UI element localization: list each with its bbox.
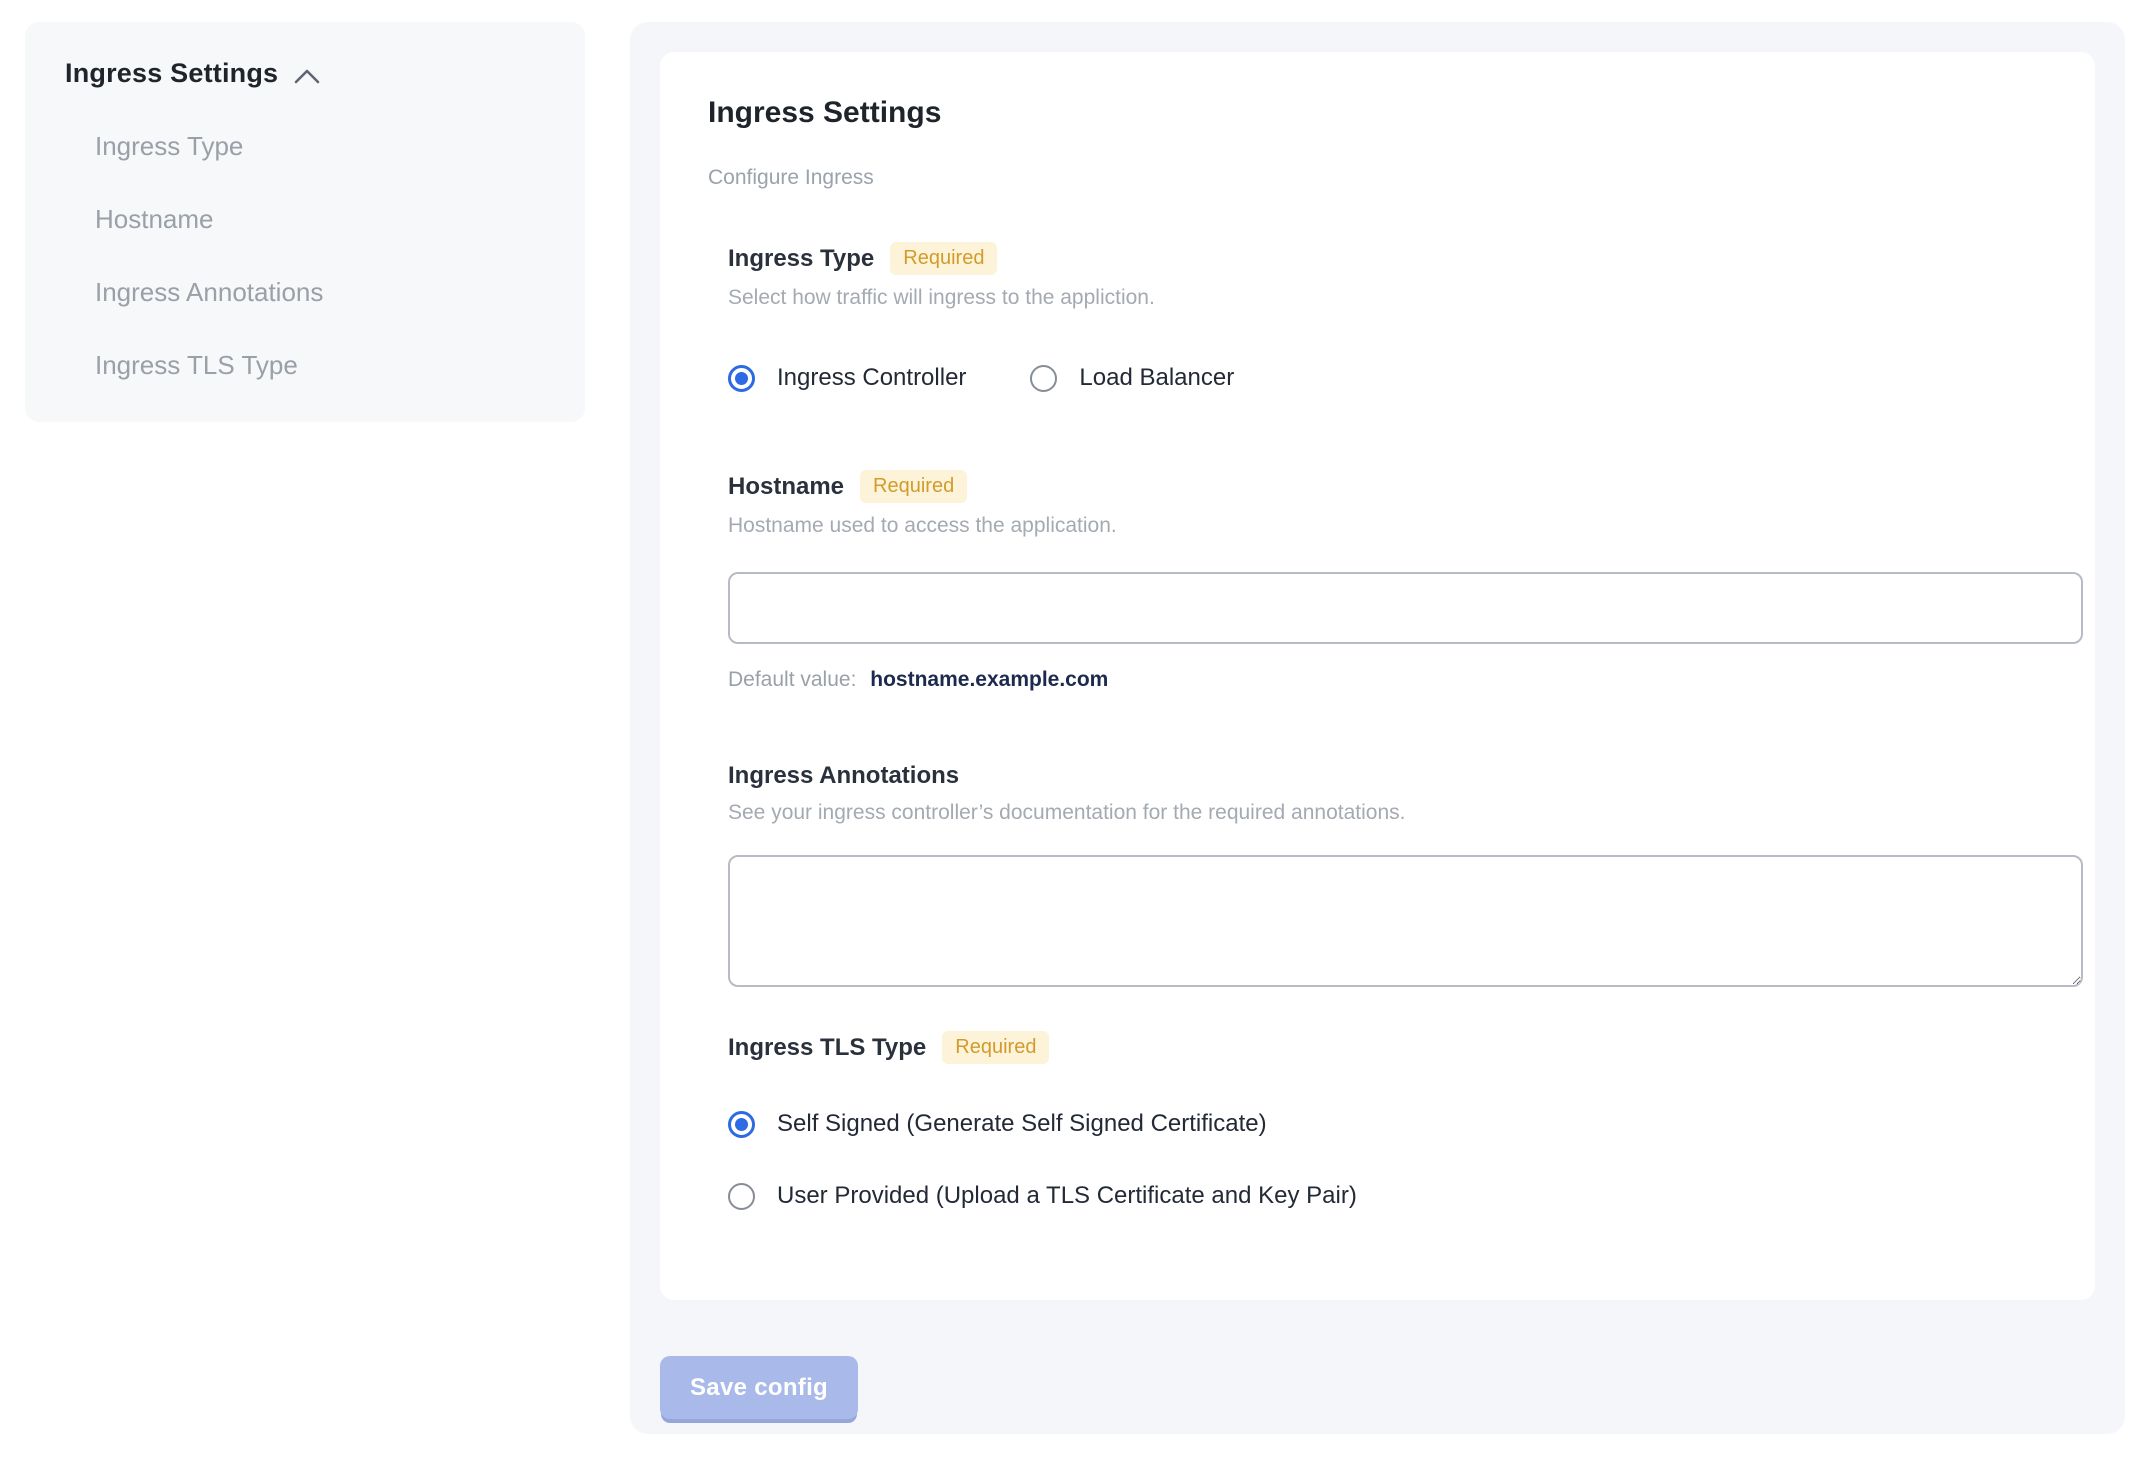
radio-label: Ingress Controller [777, 364, 967, 391]
required-badge: Required [860, 470, 968, 503]
sidebar-item-ingress-type[interactable]: Ingress Type [95, 131, 545, 162]
radio-label: User Provided (Upload a TLS Certificate … [777, 1182, 1357, 1209]
ingress-annotations-textarea[interactable] [728, 855, 2083, 987]
radio-unselected-icon[interactable] [1030, 364, 1058, 392]
hostname-input[interactable] [728, 572, 2083, 644]
sidebar-group-ingress-settings[interactable]: Ingress Settings [65, 58, 545, 89]
ingress-settings-panel: Ingress Settings Configure Ingress Ingre… [630, 22, 2125, 1434]
ingress-settings-card: Ingress Settings Configure Ingress Ingre… [660, 52, 2095, 1300]
ingress-type-label: Ingress Type [728, 244, 875, 272]
section-hostname: Hostname Required Hostname used to acces… [728, 470, 2083, 692]
ingress-annotations-description: See your ingress controller’s documentat… [728, 801, 1406, 824]
sidebar-item-hostname[interactable]: Hostname [95, 204, 545, 235]
sidebar-item-ingress-tls-type[interactable]: Ingress TLS Type [95, 350, 545, 381]
hostname-label: Hostname [728, 472, 845, 500]
default-value-text: hostname.example.com [870, 668, 1109, 691]
required-badge: Required [890, 242, 998, 275]
section-ingress-tls-type: Ingress TLS Type Required Self Signed (G… [728, 1031, 2047, 1210]
settings-sidebar: Ingress Settings Ingress Type Hostname I… [25, 22, 585, 422]
section-ingress-type: Ingress Type Required Select how traffic… [728, 242, 2047, 392]
radio-label: Load Balancer [1079, 364, 1235, 391]
radio-user-provided[interactable]: User Provided (Upload a TLS Certificate … [728, 1182, 2047, 1210]
hostname-description: Hostname used to access the application. [728, 514, 1117, 537]
ingress-type-radio-group: Ingress Controller Load Balancer [728, 364, 2047, 392]
ingress-type-description: Select how traffic will ingress to the a… [728, 286, 1155, 309]
form-sections: Ingress Type Required Select how traffic… [708, 242, 2083, 1210]
ingress-tls-type-label: Ingress TLS Type [728, 1033, 927, 1061]
hostname-default-line: Default value: hostname.example.com [728, 668, 2047, 692]
radio-label: Self Signed (Generate Self Signed Certif… [777, 1110, 1267, 1137]
section-ingress-annotations: Ingress Annotations See your ingress con… [728, 762, 2083, 987]
page-subtitle: Configure Ingress [708, 166, 874, 189]
save-config-button[interactable]: Save config [660, 1356, 859, 1419]
radio-load-balancer[interactable]: Load Balancer [1030, 364, 1234, 392]
ingress-tls-radio-group: Self Signed (Generate Self Signed Certif… [728, 1110, 2047, 1210]
ingress-annotations-label: Ingress Annotations [728, 762, 960, 789]
chevron-up-icon [294, 69, 320, 83]
default-value-label: Default value: [728, 668, 857, 691]
radio-unselected-icon[interactable] [728, 1182, 755, 1210]
page-title: Ingress Settings [708, 96, 942, 129]
radio-selected-icon[interactable] [728, 364, 755, 392]
sidebar-item-ingress-annotations[interactable]: Ingress Annotations [95, 277, 545, 308]
radio-ingress-controller[interactable]: Ingress Controller [728, 364, 966, 392]
sidebar-item-list: Ingress Type Hostname Ingress Annotation… [65, 131, 545, 381]
required-badge: Required [942, 1031, 1050, 1064]
radio-self-signed[interactable]: Self Signed (Generate Self Signed Certif… [728, 1110, 2047, 1138]
sidebar-group-label: Ingress Settings [65, 58, 279, 88]
radio-selected-icon[interactable] [728, 1110, 755, 1138]
